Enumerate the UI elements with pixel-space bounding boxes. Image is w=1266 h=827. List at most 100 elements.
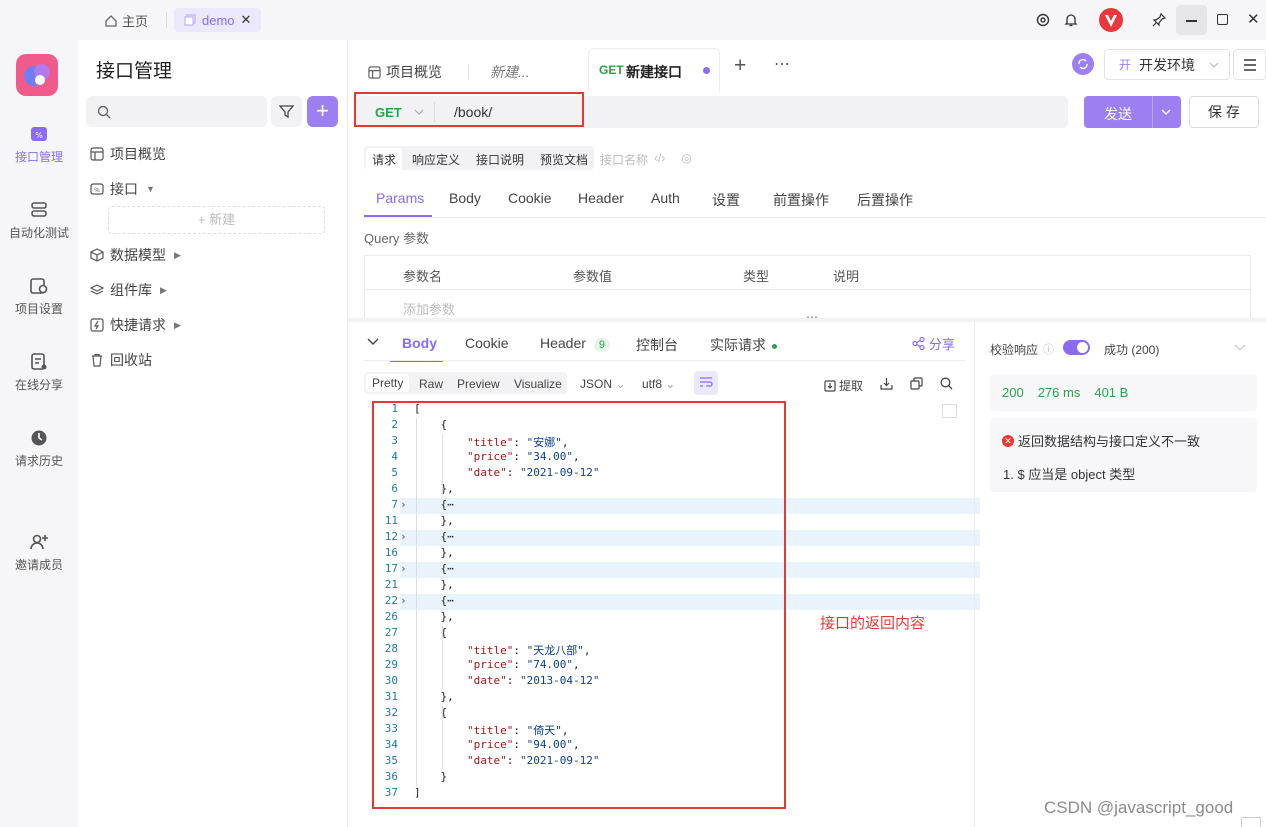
tab-body[interactable]: Body xyxy=(449,190,481,206)
chevron-down-icon[interactable] xyxy=(1161,107,1171,117)
add-user-icon xyxy=(30,534,48,550)
view-visualize[interactable]: Visualize xyxy=(514,377,562,391)
tree-api[interactable]: % 接口 ▼ xyxy=(90,179,155,199)
view-raw[interactable]: Raw xyxy=(419,377,443,391)
more-tabs-button[interactable]: ⋯ xyxy=(774,54,791,74)
nav-project-settings[interactable]: 项目设置 xyxy=(0,276,78,317)
hamburger-icon xyxy=(1244,59,1256,71)
encoding-label: utf8 xyxy=(642,377,663,391)
filter-icon xyxy=(279,105,294,119)
response-tab-header[interactable]: Header 9 xyxy=(540,335,610,352)
share-button[interactable]: 分享 xyxy=(912,334,955,353)
mode-tab-api-doc[interactable]: 接口说明 xyxy=(470,148,530,171)
tree-project-overview[interactable]: 项目概览 xyxy=(90,144,166,164)
response-tab-body[interactable]: Body xyxy=(402,335,437,351)
tab-cookie[interactable]: Cookie xyxy=(508,190,552,206)
svg-text:%: % xyxy=(94,187,100,194)
pin-icon[interactable] xyxy=(1151,12,1167,28)
home-tab[interactable]: 主页 xyxy=(104,11,148,30)
save-button[interactable]: 保 存 xyxy=(1189,96,1259,128)
caret-down-icon: ▼ xyxy=(146,184,155,194)
tab-label: 新建... xyxy=(490,64,530,80)
tab-settings[interactable]: 设置 xyxy=(712,190,740,210)
mode-tab-response-def[interactable]: 响应定义 xyxy=(406,148,466,171)
search-input[interactable] xyxy=(86,96,267,127)
actual-label: 实际请求 xyxy=(710,337,766,353)
chevron-down-icon[interactable] xyxy=(1234,343,1246,353)
collapse-icon[interactable] xyxy=(367,337,379,347)
wrap-toggle[interactable] xyxy=(694,371,718,395)
format-label: JSON xyxy=(580,377,613,391)
environment-select[interactable]: 开 开发环境 xyxy=(1104,49,1230,80)
nav-label: 在线分享 xyxy=(14,378,63,392)
settings-icon[interactable] xyxy=(1035,12,1051,28)
mode-tab-preview-doc[interactable]: 预览文档 xyxy=(534,148,594,171)
add-param-input[interactable]: 添加参数 xyxy=(403,299,455,318)
tab-post-script[interactable]: 后置操作 xyxy=(857,190,913,210)
test-icon xyxy=(31,202,47,217)
validate-detail: 1. $ 应当是 object 类型 xyxy=(1003,467,1136,482)
tree-label: 项目概览 xyxy=(110,146,166,162)
response-tab-cookie[interactable]: Cookie xyxy=(465,335,509,351)
nav-label: 项目设置 xyxy=(14,302,63,316)
home-label: 主页 xyxy=(122,14,149,29)
response-tab-actual-request[interactable]: 实际请求 xyxy=(710,335,777,355)
nav-request-history[interactable]: 请求历史 xyxy=(0,428,78,469)
response-time: 276 ms xyxy=(1037,385,1081,400)
copy-icon[interactable] xyxy=(910,377,923,390)
tab-pre-script[interactable]: 前置操作 xyxy=(773,190,829,210)
api-tree-panel: 接口管理 + 项目概览 % 接口 ▼ + 新建 数据模型 ▶ 组件库 ▶ 快捷请求 ▶ … xyxy=(78,40,348,827)
status-code: 200 xyxy=(1002,385,1024,400)
search-icon[interactable] xyxy=(940,377,953,390)
panel-toggle-button[interactable] xyxy=(1241,817,1261,827)
close-icon[interactable]: ✕ xyxy=(241,12,252,28)
new-tab-button[interactable]: + xyxy=(734,54,746,78)
drag-handle-icon[interactable]: ⋯ xyxy=(806,310,818,324)
column-header: 说明 xyxy=(833,269,860,284)
mode-tab-request[interactable]: 请求 xyxy=(366,148,403,171)
env-label: 开发环境 xyxy=(1139,56,1196,73)
response-tab-console[interactable]: 控制台 xyxy=(636,335,678,355)
maximize-button[interactable] xyxy=(1217,14,1228,25)
tree-quick-request[interactable]: 快捷请求 ▶ xyxy=(90,315,181,335)
view-pretty[interactable]: Pretty xyxy=(366,374,410,392)
validate-toggle[interactable] xyxy=(1063,340,1090,355)
tab-project-overview[interactable]: 项目概览 xyxy=(368,52,442,92)
menu-button[interactable] xyxy=(1233,49,1266,80)
sync-icon[interactable] xyxy=(1072,53,1094,75)
column-header: 类型 xyxy=(743,269,770,284)
tab-new-api[interactable]: GET 新建接口 xyxy=(588,48,720,92)
download-icon[interactable] xyxy=(880,377,893,390)
send-label: 发送 xyxy=(1104,106,1132,122)
nav-online-share[interactable]: 在线分享 xyxy=(0,352,78,393)
scrollbar[interactable] xyxy=(942,404,957,418)
tree-recycle-bin[interactable]: 回收站 xyxy=(90,350,152,370)
nav-invite-members[interactable]: 邀请成员 xyxy=(0,532,78,573)
new-api-button[interactable]: + 新建 xyxy=(108,206,325,234)
format-select[interactable]: JSON ⌄ xyxy=(580,377,625,391)
nav-api-management[interactable]: % 接口管理 xyxy=(0,124,78,165)
filter-button[interactable] xyxy=(271,96,302,127)
api-name-input[interactable]: 接口名称 ‹/› ◎ xyxy=(600,151,692,168)
nav-automated-testing[interactable]: 自动化测试 xyxy=(0,200,78,241)
bell-icon[interactable] xyxy=(1063,12,1079,28)
encoding-select[interactable]: utf8 ⌄ xyxy=(642,377,675,391)
tab-params[interactable]: Params xyxy=(376,190,424,206)
avatar[interactable] xyxy=(1099,8,1123,32)
tree-data-model[interactable]: 数据模型 ▶ xyxy=(90,245,181,265)
help-icon[interactable]: ⓘ xyxy=(1043,341,1054,357)
tab-auth[interactable]: Auth xyxy=(651,190,680,206)
project-tab-demo[interactable]: demo ✕ xyxy=(174,8,261,32)
svg-text:%: % xyxy=(35,131,43,140)
add-button[interactable]: + xyxy=(307,96,338,127)
tab-header[interactable]: Header xyxy=(578,190,624,206)
tab-new-draft[interactable]: 新建... xyxy=(490,52,530,92)
tree-component-library[interactable]: 组件库 ▶ xyxy=(90,280,167,300)
extract-button[interactable]: 提取 xyxy=(824,377,863,394)
title-bar: 主页 demo ✕ ✕ xyxy=(0,0,1266,40)
annotation-label: 接口的返回内容 xyxy=(820,615,926,632)
minimize-button[interactable] xyxy=(1176,5,1207,35)
close-window-button[interactable]: ✕ xyxy=(1247,10,1260,28)
view-preview[interactable]: Preview xyxy=(457,377,500,391)
send-button[interactable]: 发送 xyxy=(1084,96,1181,128)
